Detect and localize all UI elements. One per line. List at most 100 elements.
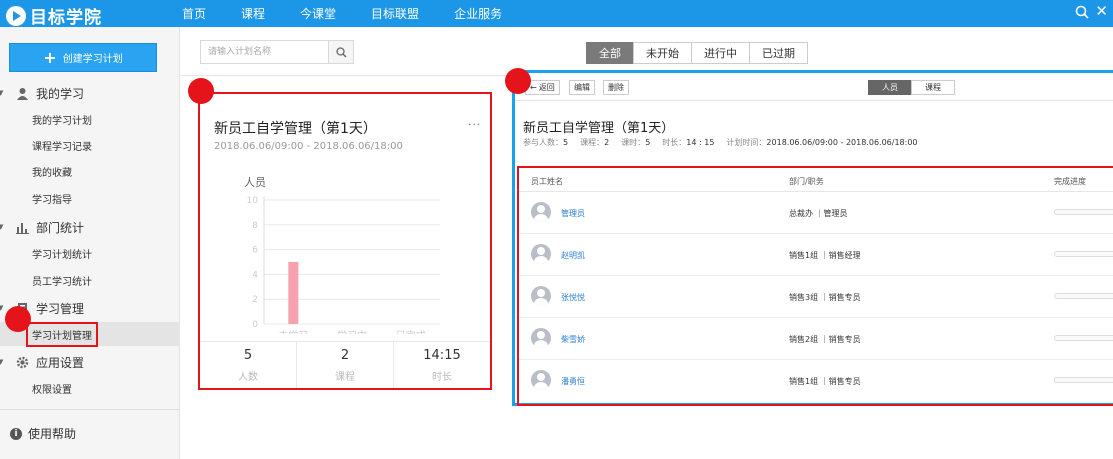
staff-dept: 销售1组 ｜销售经理 (789, 251, 861, 260)
chart-ytick-label: 10 (247, 196, 259, 206)
meta-schedule: 计划时间：2018.06.06/09:00 - 2018.06.06/18:00 (726, 138, 918, 147)
stat-label: 时长 (432, 371, 452, 383)
chart-bar (288, 262, 299, 324)
table-row[interactable]: 潘勇恒 销售1组 ｜销售专员 (519, 360, 1113, 402)
staff-name[interactable]: 潘勇恒 (561, 376, 585, 387)
sidebar-item-label: 学习计划管理 (26, 321, 98, 347)
search-button[interactable] (328, 41, 353, 63)
logo[interactable]: 目标学院 (6, 3, 102, 28)
plan-title: 新员工自学管理（第1天） (214, 121, 377, 137)
annotation-marker (5, 306, 31, 332)
sidebar-item-course-records[interactable]: 课程学习记录 (0, 133, 180, 157)
staff-name[interactable]: 柴雪娇 (561, 334, 585, 345)
section-label: 应用设置 (36, 355, 85, 370)
filter-expired[interactable]: 已过期 (749, 42, 808, 64)
stat-label: 课程 (335, 371, 355, 383)
stat-people: 5 人数 (200, 342, 297, 388)
edit-button[interactable]: 编辑 (569, 80, 595, 95)
sidebar-section-dept-stats[interactable]: ▼ 部门统计 (0, 216, 180, 238)
tab-people[interactable]: 人员 (868, 80, 912, 95)
annotation-marker (188, 78, 214, 104)
gear-icon (14, 354, 30, 370)
top-nav-bar: 目标学院 首页 课程 今课堂 目标联盟 企业服务 ✕ (0, 0, 1113, 28)
col-progress: 完成进度 (1054, 177, 1086, 186)
filter-in-progress[interactable]: 进行中 (691, 42, 750, 64)
create-plan-button[interactable]: + 创建学习计划 (9, 43, 157, 72)
section-label: 部门统计 (36, 220, 85, 235)
caret-down-icon: ▼ (0, 358, 4, 366)
help-link[interactable]: i 使用帮助 (10, 425, 76, 442)
table-row[interactable]: 柴雪娇 销售2组 ｜销售专员 (519, 318, 1113, 360)
nav-enterprise[interactable]: 企业服务 (454, 5, 502, 22)
panel-toolbar: ← 返回 编辑 删除 人员 课程 (515, 73, 1113, 101)
sidebar-section-app-settings[interactable]: ▼ 应用设置 (0, 351, 180, 373)
delete-button[interactable]: 删除 (603, 80, 629, 95)
table-row[interactable]: 管理员 总裁办 ｜管理员 (519, 192, 1113, 234)
table-row[interactable]: 张悦悦 销售3组 ｜销售专员 (519, 276, 1113, 318)
filter-all[interactable]: 全部 (586, 42, 634, 64)
chart-ylabel: 人员 (244, 176, 266, 189)
staff-dept: 销售1组 ｜销售专员 (789, 377, 861, 386)
plan-detail-panel: ← 返回 编辑 删除 人员 课程 新员工自学管理（第1天） 参与人数：5 课程：2… (512, 70, 1113, 406)
help-label: 使用帮助 (28, 427, 77, 441)
sidebar: + 创建学习计划 ▼ 我的学习 我的学习计划 课程学习记录 我的收藏 学习指导 … (0, 27, 180, 459)
nav-today-class[interactable]: 今课堂 (300, 5, 336, 22)
plan-card[interactable]: 新员工自学管理（第1天） 2018.06.06/09:00 - 2018.06.… (198, 92, 492, 390)
staff-name[interactable]: 管理员 (561, 208, 585, 219)
search-icon (335, 46, 347, 58)
col-dept: 部门/职务 (789, 177, 824, 186)
nav-home[interactable]: 首页 (182, 5, 206, 22)
table-row[interactable]: 赵明凯 销售1组 ｜销售经理 (519, 234, 1113, 276)
staff-table: 员工姓名 部门/职务 完成进度 管理员 总裁办 ｜管理员 赵明凯 销售1组 ｜销… (517, 166, 1113, 406)
sidebar-item-plan-stats[interactable]: 学习计划统计 (0, 241, 180, 265)
stat-value: 5 (243, 347, 253, 363)
filter-not-started[interactable]: 未开始 (633, 42, 692, 64)
progress-bar (1054, 209, 1113, 215)
staff-dept: 销售2组 ｜销售专员 (789, 335, 861, 344)
progress-bar (1054, 251, 1113, 257)
main-nav: 首页 课程 今课堂 目标联盟 企业服务 (182, 0, 537, 27)
avatar (531, 244, 551, 264)
search-icon[interactable] (1075, 5, 1089, 19)
close-icon[interactable]: ✕ (1095, 2, 1108, 20)
caret-down-icon: ▼ (0, 89, 4, 97)
chart-ytick-label: 6 (252, 246, 258, 256)
logo-text: 目标学院 (30, 8, 102, 28)
tab-courses[interactable]: 课程 (911, 80, 955, 95)
back-arrow-icon: ← (530, 83, 537, 92)
progress-bar (1054, 293, 1113, 299)
sidebar-item-permissions[interactable]: 权限设置 (0, 376, 180, 400)
avatar (531, 328, 551, 348)
annotation-marker (505, 68, 531, 94)
progress-bar (1054, 377, 1113, 383)
info-icon: i (10, 427, 22, 440)
sidebar-item-staff-stats[interactable]: 员工学习统计 (0, 268, 180, 292)
play-logo-icon (6, 5, 26, 26)
avatar (531, 370, 551, 390)
chart-xtick-label: 学习中 (337, 329, 367, 334)
staff-dept: 总裁办 ｜管理员 (789, 209, 848, 218)
caret-down-icon: ▼ (0, 223, 4, 231)
nav-alliance[interactable]: 目标联盟 (371, 5, 419, 22)
sidebar-item-favorites[interactable]: 我的收藏 (0, 159, 180, 183)
stat-label: 人数 (238, 371, 258, 383)
nav-courses[interactable]: 课程 (241, 5, 265, 22)
detail-title: 新员工自学管理（第1天） (523, 121, 675, 136)
staff-dept: 销售3组 ｜销售专员 (789, 293, 861, 302)
sidebar-section-my-learning[interactable]: ▼ 我的学习 (0, 82, 180, 104)
sidebar-item-guide[interactable]: 学习指导 (0, 186, 180, 210)
chart-ytick-label: 8 (252, 221, 258, 231)
staff-name[interactable]: 张悦悦 (561, 292, 585, 303)
sidebar-item-my-plans[interactable]: 我的学习计划 (0, 107, 180, 131)
section-label: 学习管理 (36, 301, 85, 316)
staff-name[interactable]: 赵明凯 (561, 250, 585, 261)
section-label: 我的学习 (36, 86, 85, 101)
chart-xtick-label: 已完成 (396, 329, 426, 334)
search-input[interactable] (201, 41, 328, 63)
detail-meta: 参与人数：5 课程：2 课时：5 时长：14 : 15 计划时间：2018.06… (523, 137, 918, 148)
avatar (531, 286, 551, 306)
chart-xtick-label: 未学习 (278, 329, 308, 334)
meta-participants: 参与人数：5 (523, 138, 569, 147)
chart-ytick-label: 0 (252, 320, 258, 330)
more-options-icon[interactable]: ⋮ (466, 118, 481, 131)
